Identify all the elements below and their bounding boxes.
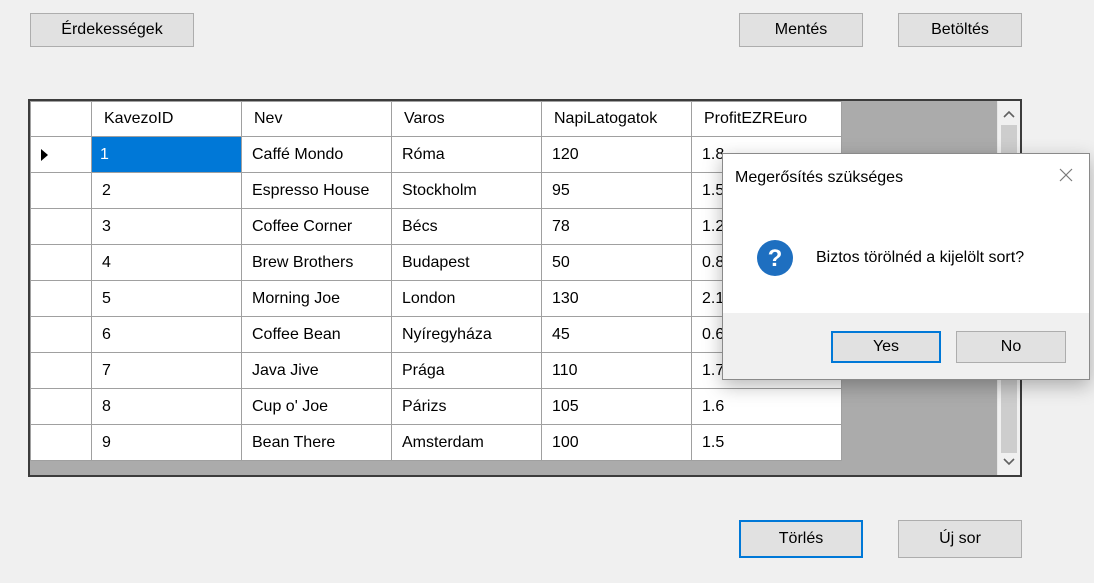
cell-nev[interactable]: Caffé Mondo: [241, 136, 392, 173]
cell-kavezoid[interactable]: 2: [91, 172, 242, 209]
cell-kavezoid[interactable]: 4: [91, 244, 242, 281]
cell-kavezoid[interactable]: 7: [91, 352, 242, 389]
cell-napilatogatok[interactable]: 120: [541, 136, 692, 173]
cell-nev[interactable]: Espresso House: [241, 172, 392, 209]
cell-napilatogatok[interactable]: 100: [541, 424, 692, 461]
dialog-message: Biztos törölnéd a kijelölt sort?: [816, 249, 1025, 266]
cell-varos[interactable]: Róma: [391, 136, 542, 173]
cell-nev[interactable]: Cup o' Joe: [241, 388, 392, 425]
cell-nev[interactable]: Java Jive: [241, 352, 392, 389]
cell-varos[interactable]: Amsterdam: [391, 424, 542, 461]
cell-napilatogatok[interactable]: 45: [541, 316, 692, 353]
row-header-cell[interactable]: [30, 280, 92, 317]
row-header-cell[interactable]: [30, 424, 92, 461]
column-header-profitezreuro[interactable]: ProfitEZREuro: [691, 101, 842, 137]
current-row-arrow-icon: [41, 148, 48, 161]
row-header-cell[interactable]: [30, 244, 92, 281]
interests-button[interactable]: Érdekességek: [30, 13, 194, 47]
table-row[interactable]: 3 Coffee Corner Bécs 78 1.2: [30, 208, 842, 245]
delete-button[interactable]: Törlés: [739, 520, 863, 558]
table-row[interactable]: 4 Brew Brothers Budapest 50 0.8: [30, 244, 842, 281]
dialog-title: Megerősítés szükséges: [735, 169, 904, 186]
cell-varos[interactable]: Bécs: [391, 208, 542, 245]
no-button[interactable]: No: [956, 331, 1066, 363]
cell-nev[interactable]: Brew Brothers: [241, 244, 392, 281]
table-row[interactable]: 1 Caffé Mondo Róma 120 1.8: [30, 136, 842, 173]
table-row[interactable]: 9 Bean There Amsterdam 100 1.5: [30, 424, 842, 461]
cell-kavezoid[interactable]: 3: [91, 208, 242, 245]
yes-button[interactable]: Yes: [831, 331, 941, 363]
scroll-down-icon[interactable]: [998, 451, 1020, 473]
cell-nev[interactable]: Coffee Corner: [241, 208, 392, 245]
new-row-button[interactable]: Új sor: [898, 520, 1022, 558]
row-header-cell[interactable]: [30, 136, 92, 173]
grid-table: KavezoID Nev Varos NapiLatogatok ProfitE…: [30, 101, 842, 461]
cell-napilatogatok[interactable]: 130: [541, 280, 692, 317]
header-row: KavezoID Nev Varos NapiLatogatok ProfitE…: [30, 101, 842, 137]
cell-profitezreuro[interactable]: 1.6: [691, 388, 842, 425]
cell-nev[interactable]: Coffee Bean: [241, 316, 392, 353]
row-header-cell[interactable]: [30, 316, 92, 353]
cell-napilatogatok[interactable]: 105: [541, 388, 692, 425]
row-header-cell[interactable]: [30, 388, 92, 425]
table-row[interactable]: 2 Espresso House Stockholm 95 1.5: [30, 172, 842, 209]
cell-varos[interactable]: Budapest: [391, 244, 542, 281]
cell-varos[interactable]: Prága: [391, 352, 542, 389]
cell-nev[interactable]: Bean There: [241, 424, 392, 461]
table-row[interactable]: 5 Morning Joe London 130 2.1: [30, 280, 842, 317]
cell-napilatogatok[interactable]: 95: [541, 172, 692, 209]
row-header-cell[interactable]: [30, 172, 92, 209]
column-header-nev[interactable]: Nev: [241, 101, 392, 137]
cell-kavezoid[interactable]: 5: [91, 280, 242, 317]
cell-profitezreuro[interactable]: 1.5: [691, 424, 842, 461]
row-header-cell[interactable]: [30, 352, 92, 389]
cell-kavezoid[interactable]: 8: [91, 388, 242, 425]
svg-text:?: ?: [768, 245, 783, 272]
corner-header-cell[interactable]: [30, 101, 92, 137]
cell-nev[interactable]: Morning Joe: [241, 280, 392, 317]
row-header-cell[interactable]: [30, 208, 92, 245]
column-header-varos[interactable]: Varos: [391, 101, 542, 137]
column-header-kavezoid[interactable]: KavezoID: [91, 101, 242, 137]
confirm-dialog: Megerősítés szükséges ? Biztos törölnéd …: [722, 153, 1090, 380]
cell-varos[interactable]: London: [391, 280, 542, 317]
table-row[interactable]: 8 Cup o' Joe Párizs 105 1.6: [30, 388, 842, 425]
scroll-up-icon[interactable]: [998, 103, 1020, 125]
save-button[interactable]: Mentés: [739, 13, 863, 47]
cell-napilatogatok[interactable]: 50: [541, 244, 692, 281]
cell-kavezoid[interactable]: 9: [91, 424, 242, 461]
load-button[interactable]: Betöltés: [898, 13, 1022, 47]
table-row[interactable]: 7 Java Jive Prága 110 1.7: [30, 352, 842, 389]
column-header-napilatogatok[interactable]: NapiLatogatok: [541, 101, 692, 137]
cell-varos[interactable]: Nyíregyháza: [391, 316, 542, 353]
cell-napilatogatok[interactable]: 110: [541, 352, 692, 389]
dialog-footer: Yes No: [723, 313, 1089, 379]
cell-varos[interactable]: Párizs: [391, 388, 542, 425]
cell-kavezoid[interactable]: 1: [91, 136, 242, 173]
cell-varos[interactable]: Stockholm: [391, 172, 542, 209]
close-icon[interactable]: [1057, 166, 1075, 184]
cell-napilatogatok[interactable]: 78: [541, 208, 692, 245]
table-row[interactable]: 6 Coffee Bean Nyíregyháza 45 0.6: [30, 316, 842, 353]
cell-kavezoid[interactable]: 6: [91, 316, 242, 353]
question-icon: ?: [756, 239, 794, 277]
